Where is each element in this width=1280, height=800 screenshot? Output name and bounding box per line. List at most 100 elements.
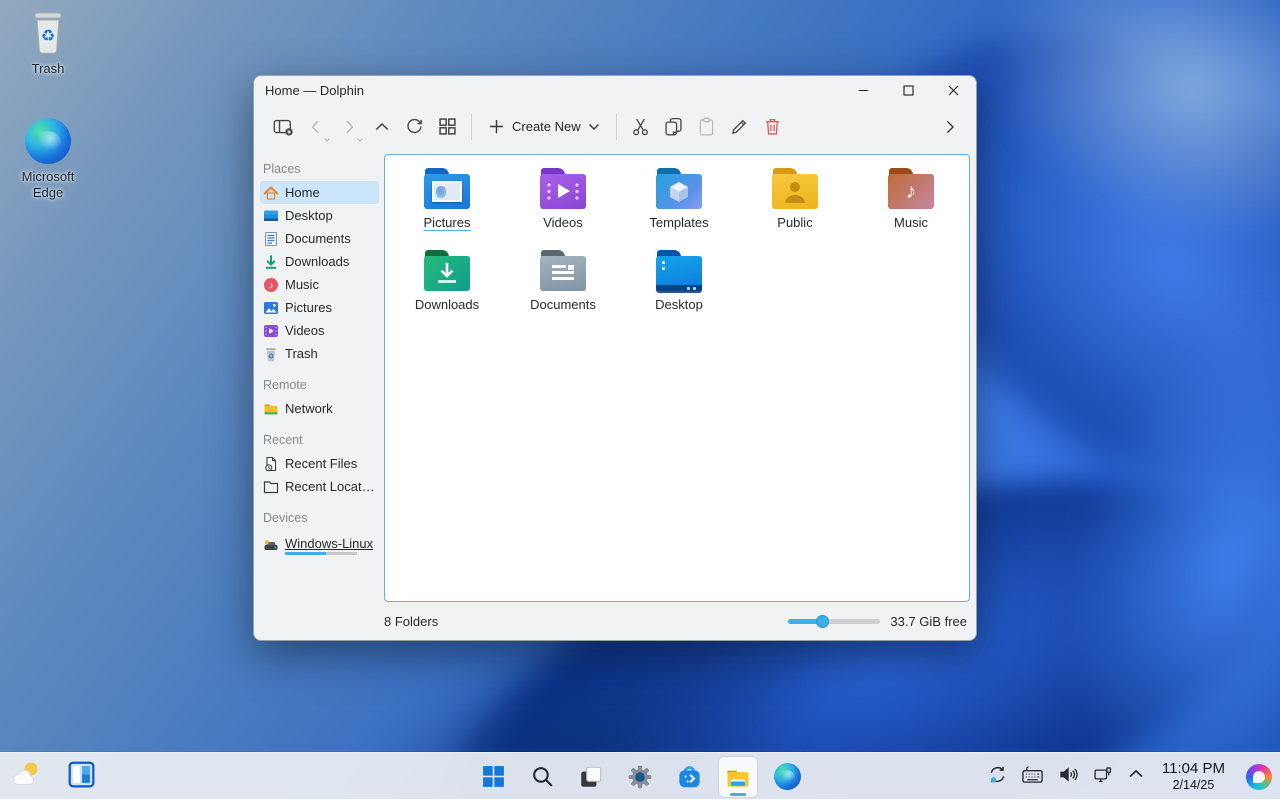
desktop-icon-trash[interactable]: ♻ Trash [10, 8, 86, 77]
new-tab-button[interactable] [266, 110, 299, 143]
sidebar-item-recent-locations[interactable]: Recent Locati… [260, 475, 379, 498]
display-icon [1092, 764, 1114, 785]
sidebar-item-downloads[interactable]: Downloads [260, 250, 379, 273]
delete-icon [762, 116, 783, 137]
network-folder-icon [263, 401, 279, 417]
sidebar-item-trash[interactable]: ♻ Trash [260, 342, 379, 365]
toolbar-more-button[interactable] [933, 110, 966, 143]
cut-icon [630, 116, 651, 137]
sidebar-item-pictures[interactable]: Pictures [260, 296, 379, 319]
file-manager-button[interactable] [719, 757, 757, 797]
refresh-icon [404, 116, 425, 137]
sidebar-item-home[interactable]: Home [260, 181, 379, 204]
taskbar-clock[interactable]: 11:04 PM 2/14/25 [1158, 760, 1229, 793]
refresh-button[interactable] [398, 110, 431, 143]
widgets-button[interactable] [68, 761, 95, 793]
edge-taskbar-button[interactable] [768, 757, 806, 797]
discover-button[interactable] [670, 757, 708, 797]
sidebar-item-label: Recent Locati… [285, 479, 376, 494]
view-mode-button[interactable] [431, 110, 464, 143]
hard-drive-icon [263, 537, 279, 553]
search-button[interactable] [523, 757, 561, 797]
settings-icon [627, 764, 653, 790]
chevron-right-icon [941, 118, 959, 136]
folder-item-templates[interactable]: Templates [621, 165, 737, 247]
widgets-icon [68, 761, 95, 788]
sidebar-item-music[interactable]: ♪ Music [260, 273, 379, 296]
close-button[interactable] [931, 76, 976, 104]
delete-button[interactable] [756, 110, 789, 143]
desktop-icon-label: Microsoft Edge [10, 169, 86, 200]
folder-label: Pictures [424, 216, 471, 231]
folder-item-pictures[interactable]: Pictures [389, 165, 505, 247]
display-tray-button[interactable] [1092, 764, 1114, 790]
up-button[interactable] [365, 110, 398, 143]
view-mode-icon [437, 116, 458, 137]
desktop-icon-edge[interactable]: Microsoft Edge [10, 116, 86, 200]
minimize-button[interactable] [841, 76, 886, 104]
toolbar-separator [616, 114, 617, 140]
sidebar-item-recent-files[interactable]: Recent Files [260, 452, 379, 475]
paste-button[interactable] [690, 110, 723, 143]
close-icon [948, 85, 959, 96]
edge-icon [10, 116, 86, 166]
rename-button[interactable] [723, 110, 756, 143]
clock-time: 11:04 PM [1162, 760, 1225, 778]
copy-button[interactable] [657, 110, 690, 143]
sidebar-item-documents[interactable]: Documents [260, 227, 379, 250]
folder-count-label: 8 Folders [384, 614, 438, 629]
zoom-slider-handle[interactable] [816, 615, 829, 628]
documents-icon [263, 231, 279, 247]
volume-tray-button[interactable] [1057, 764, 1079, 790]
sidebar-item-desktop[interactable]: Desktop [260, 204, 379, 227]
sync-tray-button[interactable] [987, 764, 1008, 790]
keyboard-tray-button[interactable] [1021, 764, 1044, 790]
desktop-icon [263, 208, 279, 224]
titlebar[interactable]: Home — Dolphin [254, 76, 976, 104]
places-panel: Places Home Desktop Documents [254, 149, 382, 602]
folder-public-icon [771, 165, 819, 211]
window-title: Home — Dolphin [254, 83, 364, 98]
folder-item-public[interactable]: Public [737, 165, 853, 247]
recent-section-header: Recent [260, 428, 379, 452]
discover-icon [676, 763, 703, 790]
sidebar-item-label: Network [285, 401, 333, 416]
forward-button[interactable] [332, 110, 365, 143]
tray-expand-button[interactable] [1127, 767, 1145, 786]
sidebar-item-windows-linux[interactable]: Windows-Linux [260, 530, 379, 560]
task-view-button[interactable] [572, 757, 610, 797]
toolbar-separator [471, 114, 472, 140]
folder-label: Music [894, 216, 928, 231]
weather-button[interactable] [10, 759, 44, 794]
forward-dropdown-icon [356, 137, 364, 143]
up-icon [372, 117, 392, 137]
chevron-down-icon [588, 123, 600, 131]
zoom-slider[interactable] [788, 614, 880, 628]
maximize-button[interactable] [886, 76, 931, 104]
videos-icon [263, 323, 279, 339]
sidebar-item-label: Downloads [285, 254, 349, 269]
create-new-button[interactable]: Create New [479, 110, 609, 143]
clock-date: 2/14/25 [1162, 778, 1225, 793]
folder-item-videos[interactable]: Videos [505, 165, 621, 247]
cut-button[interactable] [624, 110, 657, 143]
folder-pictures-icon [423, 165, 471, 211]
sidebar-item-label: Windows-Linux [285, 536, 373, 551]
sidebar-item-videos[interactable]: Videos [260, 319, 379, 342]
folder-item-documents[interactable]: Documents [505, 247, 621, 329]
folder-item-desktop[interactable]: Desktop [621, 247, 737, 329]
settings-button[interactable] [621, 757, 659, 797]
rename-icon [729, 116, 750, 137]
back-button[interactable] [299, 110, 332, 143]
folder-view[interactable]: Pictures Videos Templates [384, 154, 970, 602]
folder-item-music[interactable]: ♪ Music [853, 165, 969, 247]
search-icon [530, 764, 555, 789]
folder-item-downloads[interactable]: Downloads [389, 247, 505, 329]
folder-documents-icon [539, 247, 587, 293]
sidebar-item-label: Videos [285, 323, 325, 338]
plus-icon [488, 118, 505, 135]
sidebar-item-network[interactable]: Network [260, 397, 379, 420]
start-button[interactable] [474, 757, 512, 797]
folder-templates-icon [655, 165, 703, 211]
copilot-button[interactable] [1246, 764, 1272, 790]
